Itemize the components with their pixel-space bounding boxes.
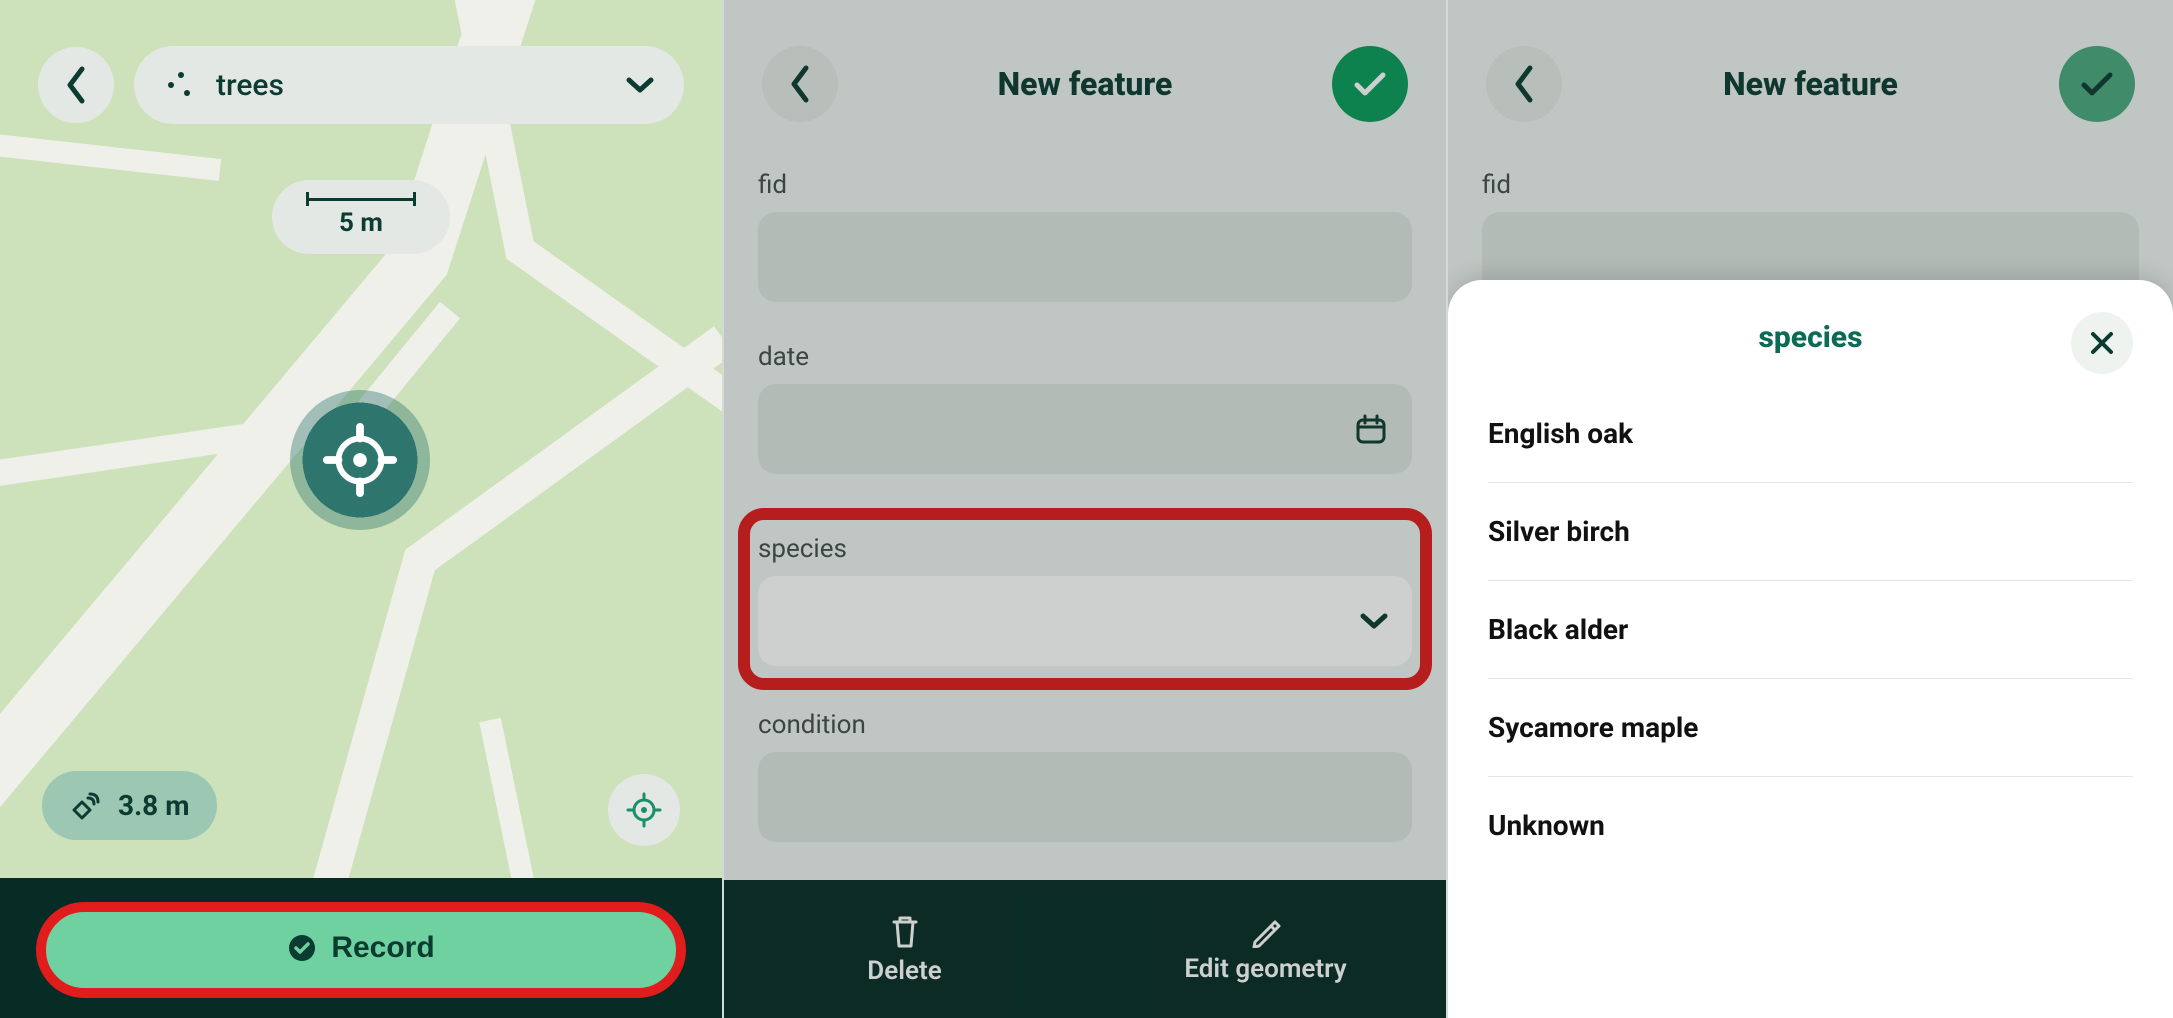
species-option[interactable]: Unknown [1488,777,2133,874]
locate-icon [626,792,662,828]
close-button[interactable] [2071,312,2133,374]
scale-value: 5 m [306,208,416,238]
bottom-bar: Record [0,878,722,1018]
record-label: Record [331,931,434,965]
species-option[interactable]: English oak [1488,385,2133,483]
location-marker [290,390,430,530]
points-layer-icon [164,68,198,102]
species-option[interactable]: Silver birch [1488,483,2133,581]
recenter-button[interactable] [608,774,680,846]
form-screen: New feature fid date species condition [724,0,1448,1018]
record-button[interactable]: Record [40,907,682,989]
sheet-title: species [1759,320,1863,355]
layer-name: trees [216,68,608,103]
dim-overlay [724,0,1446,1018]
chevron-left-icon [63,65,89,105]
back-button[interactable] [38,47,114,123]
map-scale: 5 m [272,180,450,254]
species-option[interactable]: Sycamore maple [1488,679,2133,777]
species-bottom-sheet: species English oakSilver birchBlack ald… [1448,280,2173,1018]
gps-accuracy-badge[interactable]: 3.8 m [42,771,217,840]
crosshair-icon [321,421,399,499]
accuracy-value: 3.8 m [118,789,189,822]
close-icon [2087,328,2117,358]
chevron-down-icon [626,76,654,94]
satellite-icon [70,790,102,822]
check-circle-icon [287,933,317,963]
map-screen: trees 5 m 3.8 m [0,0,724,1018]
species-picker-screen: New feature fid species English oakSilve… [1448,0,2173,1018]
species-option[interactable]: Black alder [1488,581,2133,679]
layer-selector[interactable]: trees [134,46,684,124]
